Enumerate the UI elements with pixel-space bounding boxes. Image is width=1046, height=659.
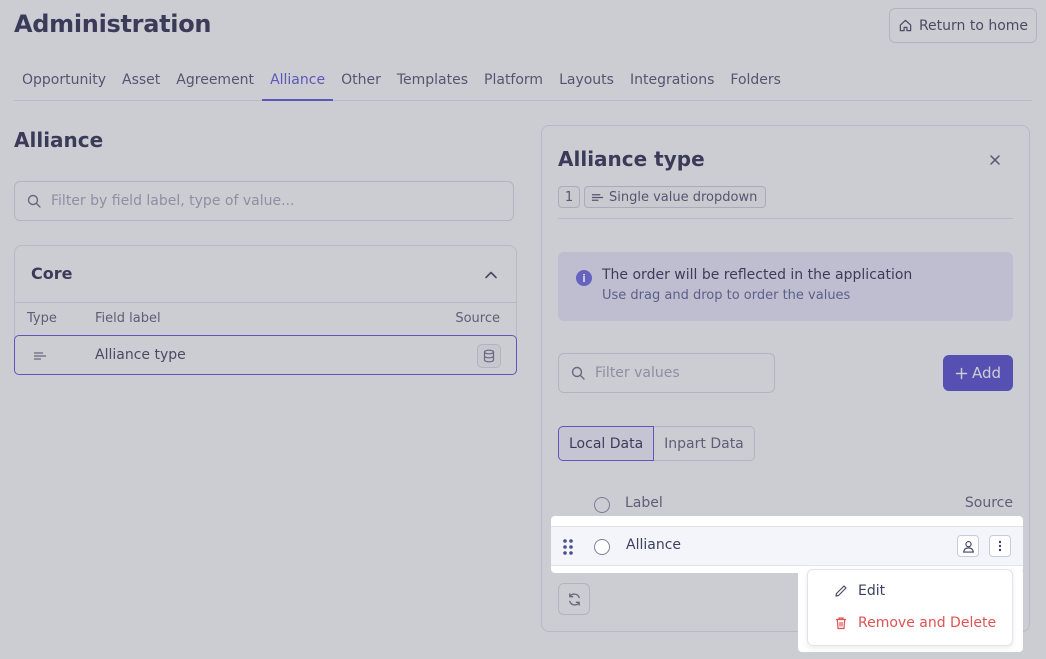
menu-item-edit[interactable]: Edit bbox=[808, 577, 1012, 605]
value-checkbox[interactable] bbox=[594, 539, 610, 555]
value-label: Alliance bbox=[626, 537, 682, 553]
trash-icon bbox=[836, 617, 846, 630]
value-row-highlight: Alliance bbox=[551, 516, 1023, 573]
pencil-icon bbox=[835, 585, 847, 597]
menu-item-remove-delete[interactable]: Remove and Delete bbox=[808, 609, 1012, 637]
drag-handle-icon[interactable] bbox=[562, 538, 574, 556]
more-actions-button[interactable] bbox=[989, 535, 1011, 557]
menu-item-remove-delete-label: Remove and Delete bbox=[858, 615, 997, 631]
source-user-button[interactable] bbox=[957, 535, 979, 557]
menu-item-edit-label: Edit bbox=[858, 583, 886, 599]
context-menu-highlight: Edit Remove and Delete bbox=[798, 569, 1023, 652]
more-vertical-icon bbox=[998, 540, 1002, 552]
context-menu: Edit Remove and Delete bbox=[807, 569, 1013, 646]
value-row[interactable]: Alliance bbox=[551, 526, 1023, 566]
user-icon bbox=[962, 540, 974, 553]
